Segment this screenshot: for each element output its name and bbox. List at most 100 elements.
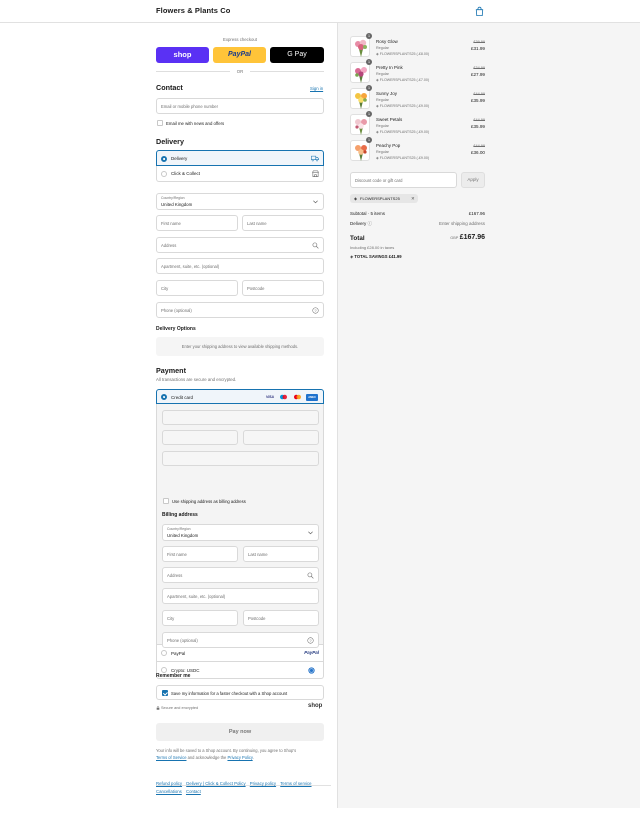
paypal-button[interactable]: PayPal [213, 47, 266, 63]
shipping-methods-placeholder: Enter your shipping address to view avai… [156, 337, 324, 356]
credit-card-radio[interactable] [161, 394, 167, 400]
city-field[interactable]: City [156, 280, 238, 296]
bouquet-image [355, 93, 367, 109]
country-select[interactable]: Country/Region United Kingdom [156, 193, 324, 210]
use-shipping-label: Use shipping address as billing address [172, 498, 246, 504]
search-icon [312, 242, 319, 249]
terms-link[interactable]: Terms of Service [156, 755, 186, 760]
postcode-field[interactable]: Postcode [242, 280, 324, 296]
delivery-option-label: Delivery [171, 156, 188, 161]
order-summary: 1 Rosy Glow Regular ◈ FLOWERSPLANTS25 (-… [337, 23, 640, 808]
pay-now-button[interactable]: Pay now [156, 723, 324, 741]
credit-card-option[interactable]: Credit card VISA AMEX [156, 389, 324, 404]
store-brand[interactable]: Flowers & Plants Co [156, 6, 230, 15]
news-checkbox-label: Email me with news and offers [166, 120, 225, 126]
item-old-price: £39.99 [473, 40, 485, 44]
billing-apartment-field[interactable]: Apartment, suite, etc. (optional) [162, 588, 319, 604]
collect-radio[interactable] [161, 170, 167, 177]
footer-link-refund[interactable]: Refund policy [156, 781, 182, 786]
item-price: £31.99 [470, 46, 485, 51]
shop-pay-button[interactable]: shop [156, 47, 209, 63]
remove-code-icon[interactable]: ✕ [411, 196, 415, 202]
use-shipping-checkbox[interactable] [163, 498, 169, 504]
email-field[interactable]: Email or mobile phone number [156, 98, 324, 114]
help-icon[interactable]: ? [307, 637, 314, 644]
card-expiry-field[interactable] [162, 430, 238, 445]
item-discount-code: FLOWERSPLANTS25 (-£8.00) [379, 52, 430, 56]
paypal-option[interactable]: PayPal PayPal [156, 645, 324, 662]
info-icon[interactable]: ⓘ [368, 221, 373, 226]
footer-link-terms[interactable]: Terms of service [280, 781, 311, 786]
billing-address-placeholder: Address [167, 573, 183, 578]
shopping-bag-icon[interactable] [474, 6, 485, 17]
paypal-radio[interactable] [161, 650, 167, 656]
delivery-radio[interactable] [161, 155, 167, 162]
mastercard-icon [293, 394, 302, 400]
apartment-field[interactable]: Apartment, suite, etc. (optional) [156, 258, 324, 274]
legal-text-and: and acknowledge the [187, 755, 227, 760]
save-info-checkbox[interactable] [162, 690, 168, 696]
address-field[interactable]: Address [156, 237, 324, 253]
lock-icon [156, 706, 160, 710]
shipping-methods-message: Enter your shipping address to view avai… [181, 344, 299, 349]
billing-country-label: Country/Region [167, 527, 191, 531]
billing-postcode-field[interactable]: Postcode [243, 610, 319, 626]
item-variant: Regular [376, 72, 389, 76]
help-icon[interactable]: ? [312, 307, 319, 314]
apply-button[interactable]: Apply [461, 172, 485, 188]
total-value: £167.96 [459, 234, 485, 241]
billing-first-name-field[interactable]: First name [162, 546, 238, 562]
usdc-icon [308, 667, 315, 674]
save-info-label: Save my information for a faster checkou… [171, 690, 288, 696]
taxes-note: Including £28.00 in taxes [350, 245, 395, 250]
savings-value: £41.99 [388, 254, 402, 259]
footer-link-privacy[interactable]: Privacy policy [250, 781, 276, 786]
secure-label: Secure and encrypted [161, 705, 199, 710]
card-cvv-field[interactable] [243, 430, 319, 445]
card-name-field[interactable] [162, 451, 319, 466]
item-quantity-badge: 1 [366, 111, 372, 117]
item-old-price: £44.99 [473, 92, 485, 96]
remember-box[interactable]: Save my information for a faster checkou… [156, 685, 324, 700]
google-pay-button[interactable]: G Pay [270, 47, 324, 63]
bouquet-image [355, 67, 367, 83]
search-icon [307, 572, 314, 579]
footer-link-cancellations[interactable]: Cancellations [156, 789, 182, 794]
first-name-placeholder: First name [161, 221, 181, 226]
postcode-placeholder: Postcode [247, 286, 265, 291]
credit-card-label: Credit card [171, 394, 194, 400]
total-savings: ◈ TOTAL SAVINGS £41.99 [350, 254, 402, 259]
news-checkbox[interactable] [157, 120, 163, 126]
item-name: Rosy Glow [376, 39, 398, 44]
first-name-field[interactable]: First name [156, 215, 238, 231]
billing-country-select[interactable]: Country/Region United Kingdom [162, 524, 319, 541]
phone-field[interactable]: Phone (optional) ? [156, 302, 324, 318]
card-number-field[interactable] [162, 410, 319, 425]
product-image: 1 [350, 33, 372, 57]
item-quantity-badge: 1 [366, 85, 372, 91]
footer-link-contact[interactable]: Contact [186, 789, 201, 794]
address-placeholder: Address [161, 243, 177, 248]
subtotal-label: Subtotal · 5 items [350, 211, 386, 216]
billing-address-field[interactable]: Address [162, 567, 319, 583]
item-name: Sweet Petals [376, 117, 403, 122]
discount-code-field[interactable]: Discount code or gift card [350, 172, 457, 188]
billing-city-placeholder: City [167, 616, 175, 621]
total-label: Total [350, 235, 365, 242]
billing-city-field[interactable]: City [162, 610, 238, 626]
express-checkout-label: Express checkout [223, 37, 257, 42]
bouquet-image [355, 145, 367, 161]
sign-in-link[interactable]: Sign in [310, 86, 323, 91]
billing-last-name-field[interactable]: Last name [243, 546, 319, 562]
footer-link-delivery[interactable]: Delivery | Click & Collect Policy [186, 781, 245, 786]
delivery-option-collect[interactable]: Click & Collect [156, 166, 324, 182]
footer-links: Refund policy Delivery | Click & Collect… [156, 780, 331, 796]
savings-label: TOTAL SAVINGS [354, 254, 388, 259]
privacy-link[interactable]: Privacy Policy [227, 755, 252, 760]
payment-title: Payment [156, 366, 186, 375]
last-name-field[interactable]: Last name [242, 215, 324, 231]
country-select-label: Country/Region [161, 196, 185, 200]
visa-icon: VISA [266, 395, 274, 399]
delivery-option-ship[interactable]: Delivery [156, 150, 324, 166]
item-discount: ◈ FLOWERSPLANTS25 (-£9.00) [376, 130, 429, 134]
